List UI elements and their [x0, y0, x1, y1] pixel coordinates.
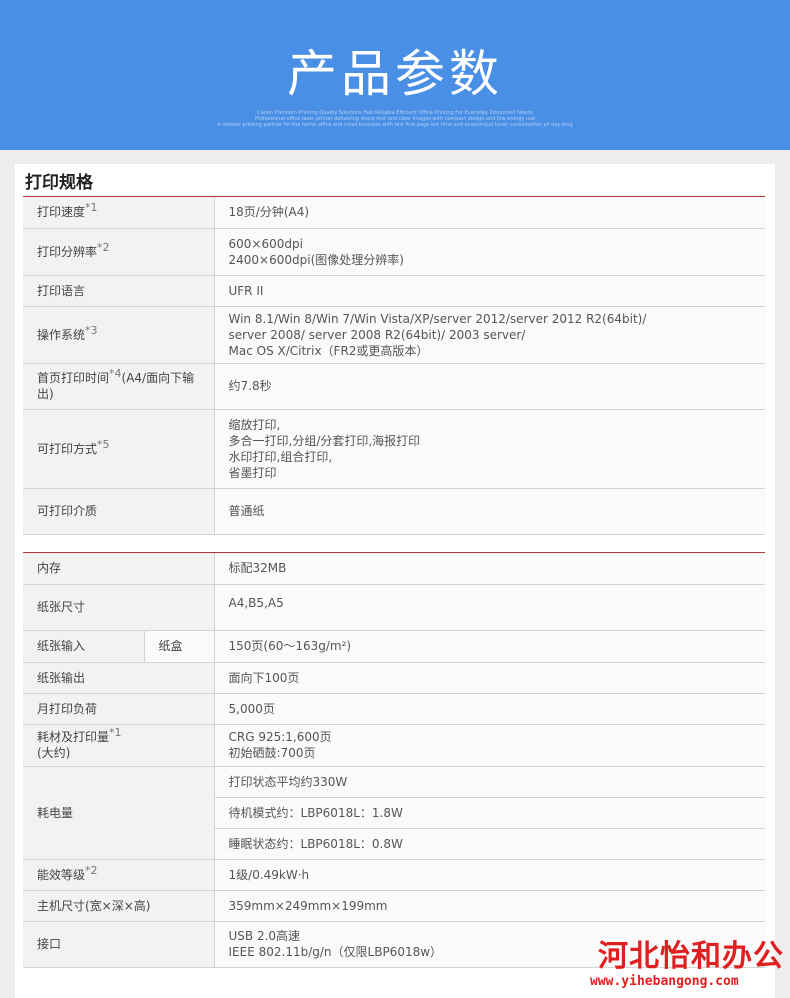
row-dimensions: 主机尺寸(宽×深×高) 359mm×249mm×199mm — [23, 890, 766, 922]
duty-cycle-label: 月打印负荷 — [23, 693, 215, 725]
paper-size-value: A4,B5,A5 — [214, 584, 766, 631]
row-print-modes-label: 可打印方式*5 — [23, 409, 215, 489]
row-os-value: Win 8.1/Win 8/Win 7/Win Vista/XP/server … — [214, 306, 765, 364]
power-value-standby: 待机模式约：LBP6018L：1.8W — [214, 797, 766, 829]
watermark-url: www.yihebangong.com — [590, 974, 739, 989]
energy-label: 能效等级*2 — [23, 859, 215, 891]
row-resolution-value: 600×600dpi 2400×600dpi(图像处理分辨率) — [214, 228, 765, 276]
watermark-logo-text: 河北怡和办公 — [598, 939, 784, 974]
header-banner: 产品参数 Canon Premium Printing Quality Solu… — [0, 0, 790, 150]
power-value-sleep: 睡眠状态约：LBP6018L：0.8W — [214, 828, 766, 860]
row-language-value: UFR II — [214, 275, 765, 307]
consumables-label: 耗材及打印量*1 (大约) — [23, 724, 215, 767]
spec-table-print: 打印速度*1 18页/分钟(A4) 打印分辨率*2 600×600dpi 2400×60… — [23, 197, 765, 535]
row-print-modes: 可打印方式*5 缩放打印, 多合一打印,分组/分套打印,海报打印 水印打印,组合打印,… — [23, 409, 765, 489]
row-print-modes-value: 缩放打印, 多合一打印,分组/分套打印,海报打印 水印打印,组合打印, 省墨打印 — [214, 409, 765, 489]
row-resolution-footnote: *2 — [97, 240, 110, 254]
paper-input-sublabel: 纸盒 — [144, 630, 215, 663]
row-print-speed-label: 打印速度*1 — [23, 197, 215, 229]
row-resolution: 打印分辨率*2 600×600dpi 2400×600dpi(图像处理分辨率) — [23, 228, 765, 276]
spec-table-general: 内存 标配32MB 纸张尺寸 A4,B5,A5 纸张输入 纸盒 150页(60～… — [23, 553, 766, 968]
row-media-value: 普通纸 — [214, 488, 765, 535]
row-first-page-label: 首页打印时间*4(A4/面向下输出) — [23, 363, 215, 410]
row-first-page: 首页打印时间*4(A4/面向下输出) 约7.8秒 — [23, 363, 765, 410]
row-print-speed: 打印速度*1 18页/分钟(A4) — [23, 197, 765, 229]
row-first-page-value: 约7.8秒 — [214, 363, 765, 410]
row-duty-cycle: 月打印负荷 5,000页 — [23, 693, 766, 725]
row-memory: 内存 标配32MB — [23, 553, 766, 585]
consumables-footnote: *1 — [109, 726, 122, 739]
power-value-print: 打印状态平均约330W — [214, 766, 766, 798]
spec-sheet: 打印规格 打印速度*1 18页/分钟(A4) 打印分辨率*2 600×600dpi 24… — [15, 164, 775, 998]
row-print-speed-value: 18页/分钟(A4) — [214, 197, 765, 229]
energy-footnote: *2 — [85, 863, 98, 877]
row-language-label: 打印语言 — [23, 275, 215, 307]
row-media-label: 可打印介质 — [23, 488, 215, 535]
row-energy: 能效等级*2 1级/0.49kW·h — [23, 859, 766, 891]
row-language: 打印语言 UFR II — [23, 275, 765, 307]
row-power-1: 耗电量 打印状态平均约330W — [23, 766, 766, 860]
memory-label: 内存 — [23, 553, 215, 585]
paper-input-label: 纸张输入 — [23, 630, 145, 663]
memory-value: 标配32MB — [214, 553, 766, 585]
row-print-modes-footnote: *5 — [97, 437, 110, 451]
row-paper-input: 纸张输入 纸盒 150页(60～163g/m²) — [23, 630, 766, 663]
row-os: 操作系统*3 Win 8.1/Win 8/Win 7/Win Vista/XP/s… — [23, 306, 765, 364]
row-print-speed-footnote: *1 — [85, 201, 98, 215]
row-paper-size: 纸张尺寸 A4,B5,A5 — [23, 584, 766, 631]
consumables-value: CRG 925:1,600页 初始硒鼓:700页 — [214, 724, 766, 767]
row-paper-output: 纸张输出 面向下100页 — [23, 662, 766, 694]
page-title: 产品参数 — [287, 45, 503, 103]
energy-value: 1级/0.49kW·h — [214, 859, 766, 891]
dimensions-value: 359mm×249mm×199mm — [214, 890, 766, 922]
row-first-page-footnote: *4 — [109, 367, 122, 380]
row-os-label: 操作系统*3 — [23, 306, 215, 364]
banner-tagline-3: A reliable printing partner for the home… — [217, 122, 573, 128]
paper-output-label: 纸张输出 — [23, 662, 215, 694]
duty-cycle-value: 5,000页 — [214, 693, 766, 725]
interface-label: 接口 — [23, 921, 215, 968]
dimensions-label: 主机尺寸(宽×深×高) — [23, 890, 215, 922]
row-resolution-label: 打印分辨率*2 — [23, 228, 215, 276]
paper-input-value: 150页(60～163g/m²) — [214, 630, 766, 663]
paper-output-value: 面向下100页 — [214, 662, 766, 694]
power-label: 耗电量 — [23, 766, 215, 860]
section-title: 打印规格 — [25, 173, 93, 193]
row-media: 可打印介质 普通纸 — [23, 488, 765, 535]
row-consumables: 耗材及打印量*1 (大约) CRG 925:1,600页 初始硒鼓:700页 — [23, 724, 766, 767]
row-os-footnote: *3 — [85, 323, 98, 337]
paper-size-label: 纸张尺寸 — [23, 584, 215, 631]
